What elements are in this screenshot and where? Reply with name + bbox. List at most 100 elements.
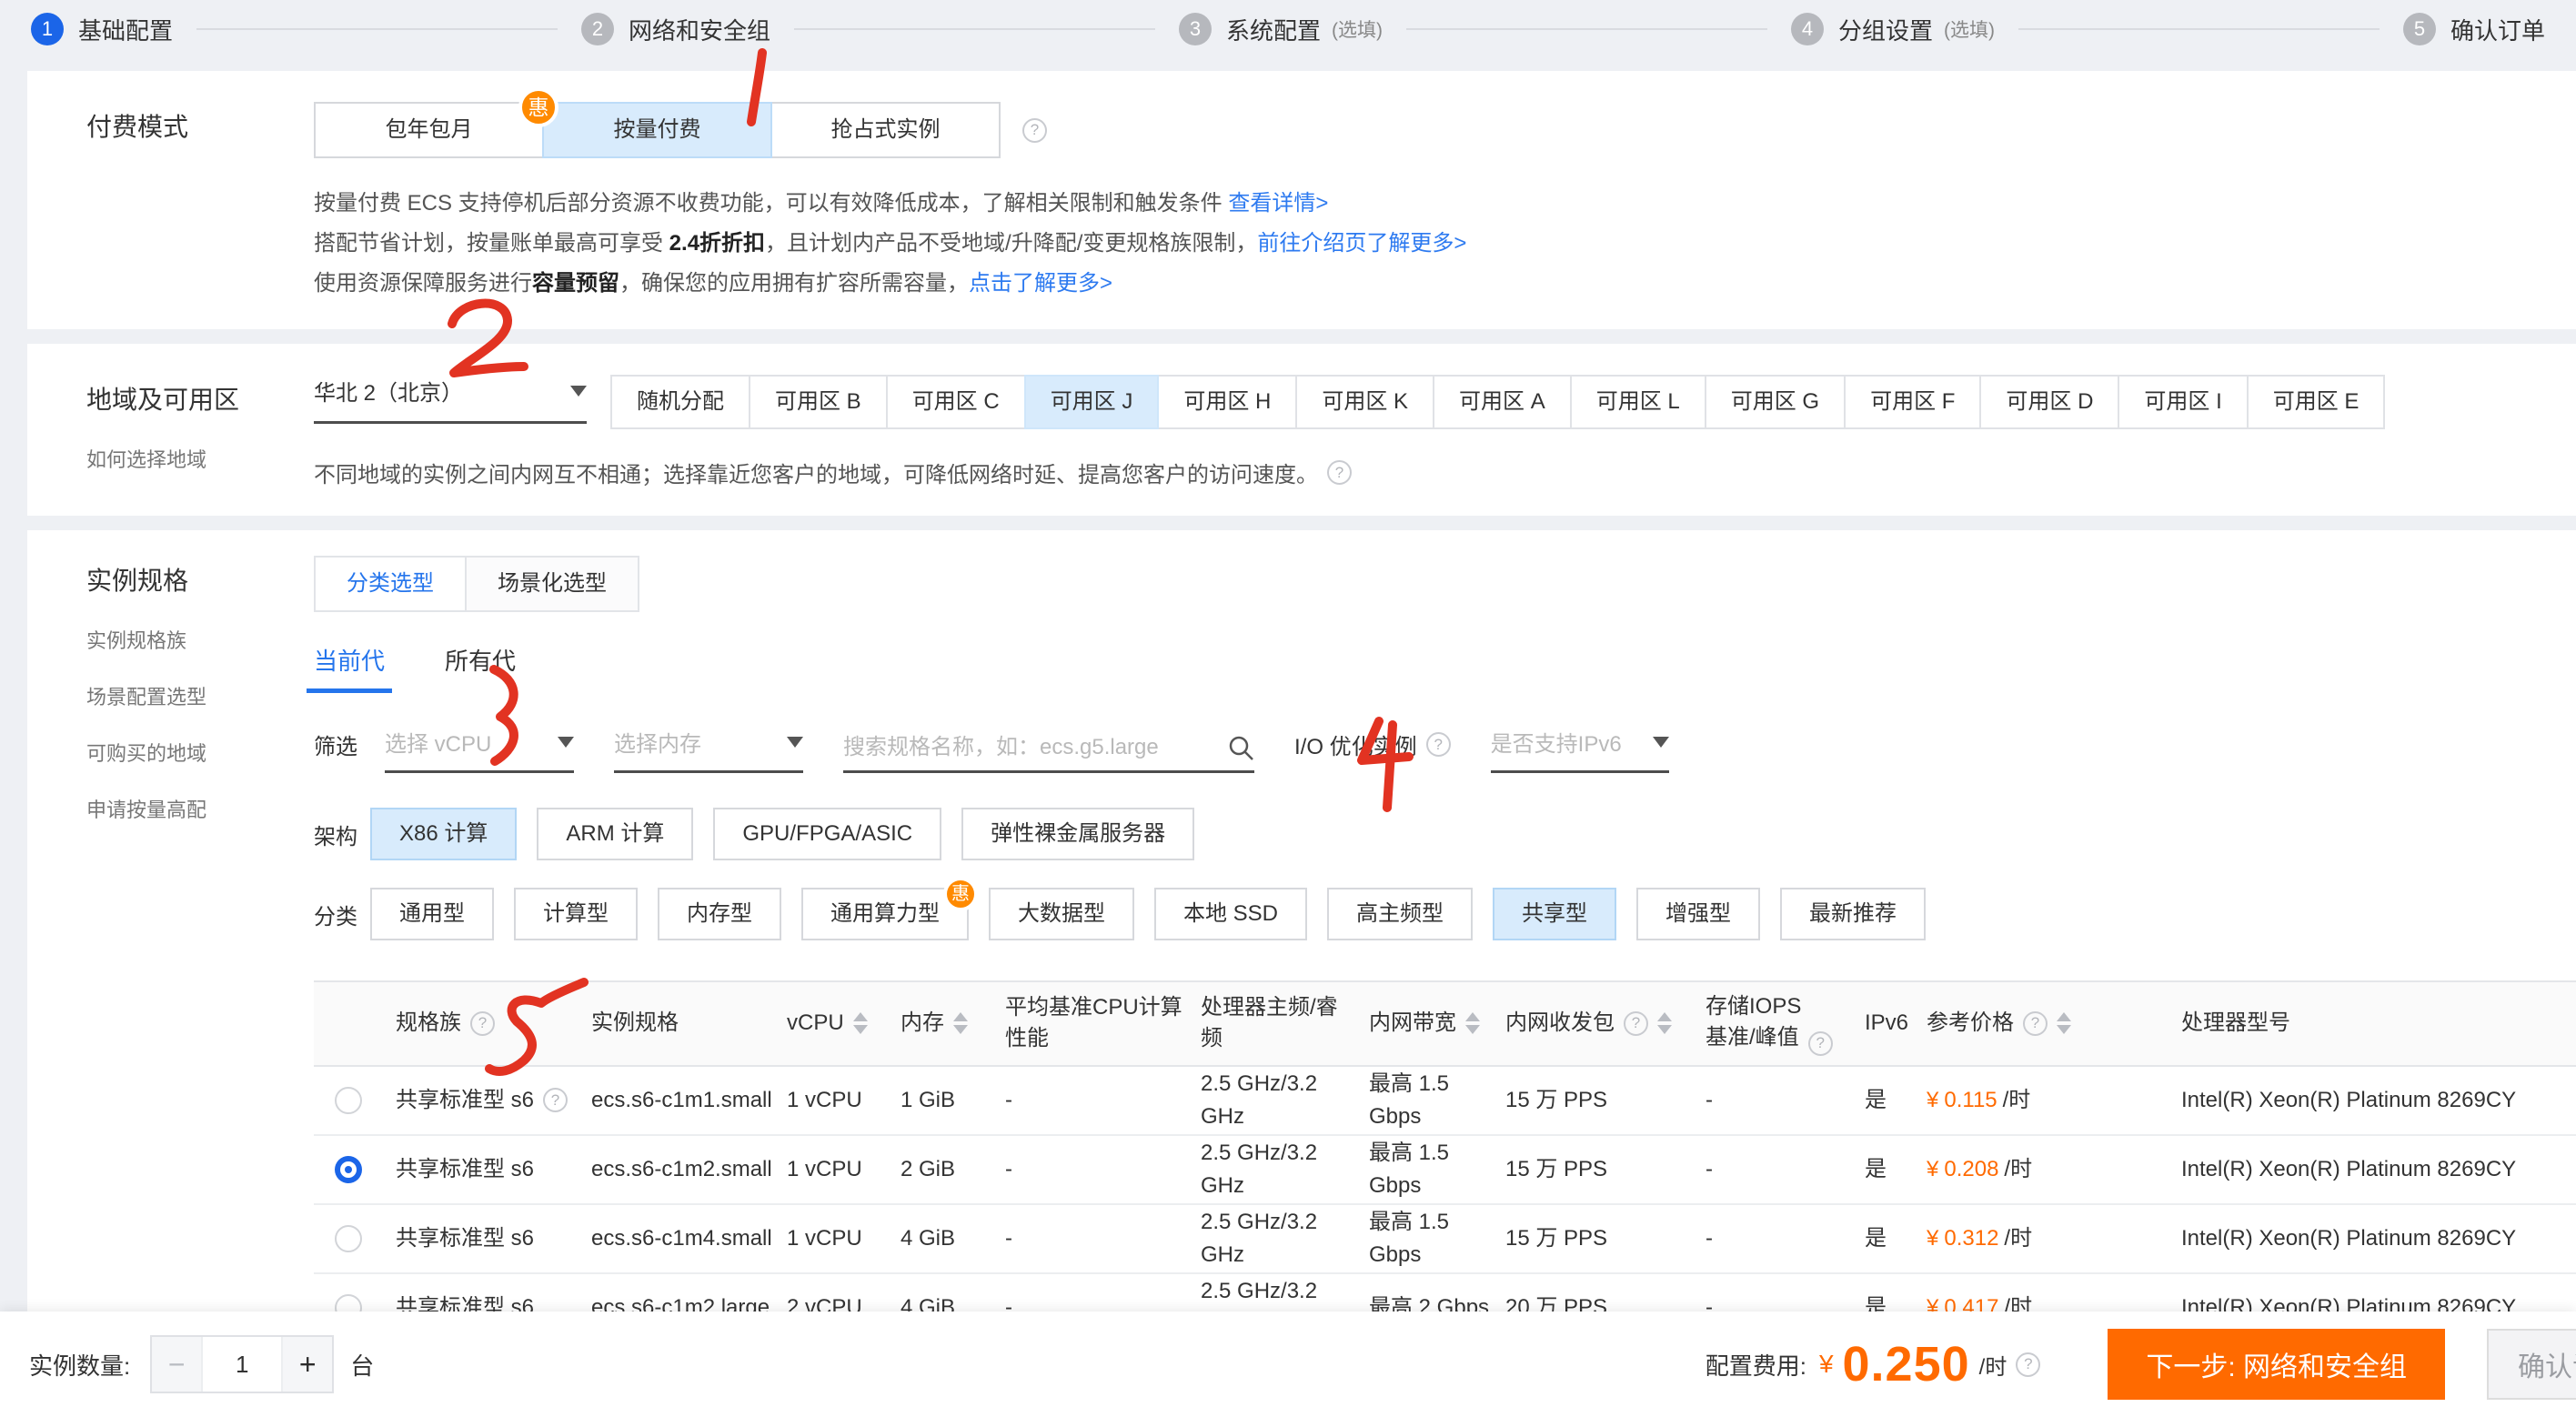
zone-b[interactable]: 可用区 B (749, 375, 888, 429)
cat-general-power[interactable]: 通用算力型 惠 (801, 888, 969, 940)
how-to-choose-region-link[interactable]: 如何选择地域 (27, 444, 314, 473)
billing-option-pay-as-you-go[interactable]: 按量付费 (542, 102, 772, 158)
step-connector (196, 28, 558, 30)
quantity-decrease-button[interactable]: − (152, 1337, 201, 1392)
col-pps: 内网收发包? (1505, 1008, 1706, 1039)
instance-quantity-label: 实例数量: (29, 1348, 130, 1382)
zone-random[interactable]: 随机分配 (610, 375, 750, 429)
link-scenario-selection[interactable]: 场景配置选型 (27, 681, 314, 710)
help-icon[interactable]: ? (2016, 1352, 2040, 1377)
zone-c[interactable]: 可用区 C (886, 375, 1026, 429)
col-cpu-frequency: 处理器主频/睿频 (1201, 992, 1369, 1054)
cat-local-ssd[interactable]: 本地 SSD (1154, 888, 1307, 940)
fee-currency: ¥ (1819, 1350, 1834, 1379)
cat-big-data[interactable]: 大数据型 (989, 888, 1134, 940)
help-icon[interactable]: ? (1022, 118, 1047, 143)
step-number-badge: 2 (581, 13, 614, 45)
tab-all-generations[interactable]: 所有代 (445, 643, 516, 693)
view-details-link[interactable]: 查看详情> (1228, 191, 1328, 216)
sort-icon[interactable] (2057, 1012, 2071, 1034)
help-icon[interactable]: ? (2023, 1011, 2048, 1036)
cat-compute[interactable]: 计算型 (514, 888, 638, 940)
quantity-value[interactable]: 1 (201, 1337, 283, 1392)
io-optimized-label: I/O 优化实例 ? (1294, 729, 1451, 773)
chevron-down-icon (1653, 737, 1669, 748)
step-system-config[interactable]: 3 系统配置 (选填) (1179, 13, 1383, 46)
capacity-reservation-link[interactable]: 点击了解更多> (969, 271, 1112, 296)
tab-category-selection[interactable]: 分类选型 (314, 556, 467, 612)
table-row-selected[interactable]: 共享标准型 s6 ecs.s6-c1m2.small 1 vCPU 2 GiB … (314, 1136, 2576, 1205)
arch-bare-metal[interactable]: 弹性裸金属服务器 (961, 808, 1194, 860)
zone-g[interactable]: 可用区 G (1705, 375, 1846, 429)
sort-icon[interactable] (1465, 1012, 1480, 1034)
billing-desc-3: 使用资源保障服务进行容量预留，确保您的应用拥有扩容所需容量，点击了解更多> (314, 264, 2576, 304)
billing-option-preemptible[interactable]: 抢占式实例 (770, 102, 1001, 158)
zone-h[interactable]: 可用区 H (1157, 375, 1297, 429)
vcpu-dropdown[interactable]: 选择 vCPU (385, 726, 574, 773)
help-icon[interactable]: ? (543, 1088, 568, 1112)
billing-option-subscription[interactable]: 包年包月 惠 (314, 102, 544, 158)
confirm-order-button[interactable]: 确认订单 (2487, 1329, 2576, 1400)
zone-l[interactable]: 可用区 L (1570, 375, 1706, 429)
table-row[interactable]: 共享标准型 s6? ecs.s6-c1m1.small 1 vCPU 1 GiB… (314, 1067, 2576, 1136)
help-icon[interactable]: ? (1327, 460, 1352, 485)
zone-e[interactable]: 可用区 E (2247, 375, 2386, 429)
sort-icon[interactable] (853, 1012, 868, 1034)
row-radio[interactable] (335, 1225, 362, 1252)
tab-current-generation[interactable]: 当前代 (314, 643, 385, 693)
region-dropdown[interactable]: 华北 2（北京） (314, 375, 587, 424)
help-icon[interactable]: ? (470, 1011, 495, 1036)
row-radio[interactable] (335, 1087, 362, 1114)
help-icon[interactable]: ? (1808, 1031, 1833, 1056)
arch-x86[interactable]: X86 计算 (370, 808, 517, 860)
generation-tabs: 当前代 所有代 (314, 643, 2576, 693)
sort-icon[interactable] (953, 1012, 968, 1034)
next-step-button[interactable]: 下一步: 网络和安全组 (2108, 1329, 2445, 1400)
price-cell: ¥0.312/时 (1927, 1222, 2181, 1255)
chevron-down-icon (558, 737, 574, 748)
step-basic-config[interactable]: 1 基础配置 (31, 13, 173, 46)
zone-k[interactable]: 可用区 K (1295, 375, 1434, 429)
link-spec-family[interactable]: 实例规格族 (27, 625, 314, 654)
cat-high-frequency[interactable]: 高主频型 (1327, 888, 1473, 940)
help-icon[interactable]: ? (1426, 732, 1451, 757)
zone-i[interactable]: 可用区 I (2118, 375, 2248, 429)
fee-amount: 0.250 (1843, 1336, 1970, 1392)
cat-latest-recommended[interactable]: 最新推荐 (1780, 888, 1926, 940)
cat-enhanced[interactable]: 增强型 (1636, 888, 1760, 940)
spec-search-input[interactable] (843, 735, 1218, 760)
zone-a[interactable]: 可用区 A (1433, 375, 1572, 429)
tab-scenario-selection[interactable]: 场景化选型 (465, 556, 639, 612)
step-grouping[interactable]: 4 分组设置 (选填) (1791, 13, 1995, 46)
row-radio-selected[interactable] (335, 1156, 362, 1183)
savings-plan-link[interactable]: 前往介绍页了解更多> (1257, 231, 1466, 256)
step-number-badge: 3 (1179, 13, 1212, 45)
memory-dropdown[interactable]: 选择内存 (614, 726, 803, 773)
cat-shared[interactable]: 共享型 (1493, 888, 1616, 940)
help-icon[interactable]: ? (1624, 1011, 1648, 1036)
step-network-security[interactable]: 2 网络和安全组 (581, 13, 770, 46)
chevron-down-icon (570, 386, 587, 397)
cat-general[interactable]: 通用型 (370, 888, 494, 940)
region-zone-section: 地域及可用区 如何选择地域 华北 2（北京） 随机分配 可用区 B 可用区 C … (27, 344, 2576, 516)
sort-icon[interactable] (1657, 1012, 1672, 1034)
arch-arm[interactable]: ARM 计算 (537, 808, 693, 860)
zone-j[interactable]: 可用区 J (1024, 375, 1160, 429)
billing-mode-section: 付费模式 包年包月 惠 按量付费 抢占式实例 ? 按量付费 ECS 支持停机后部… (27, 71, 2576, 329)
col-ipv6: IPv6 (1865, 1008, 1927, 1039)
instance-spec-section: 实例规格 实例规格族 场景配置选型 可购买的地域 申请按量高配 分类选型 场景化… (27, 530, 2576, 1417)
region-note: 不同地域的实例之间内网互不相通；选择靠近您客户的地域，可降低网络时延、提高您客户… (314, 457, 2576, 488)
chevron-down-icon (787, 737, 803, 748)
billing-mode-label: 付费模式 (27, 102, 314, 144)
zone-f[interactable]: 可用区 F (1844, 375, 1981, 429)
col-vcpu: vCPU (787, 1008, 901, 1039)
zone-d[interactable]: 可用区 D (1979, 375, 2119, 429)
arch-gpu-fpga-asic[interactable]: GPU/FPGA/ASIC (713, 808, 941, 860)
step-confirm-order[interactable]: 5 确认订单 (2403, 13, 2545, 46)
link-apply-high-quota[interactable]: 申请按量高配 (27, 794, 314, 823)
cat-memory[interactable]: 内存型 (658, 888, 781, 940)
link-purchasable-regions[interactable]: 可购买的地域 (27, 738, 314, 767)
quantity-increase-button[interactable]: + (283, 1337, 332, 1392)
table-row[interactable]: 共享标准型 s6 ecs.s6-c1m4.small 1 vCPU 4 GiB … (314, 1205, 2576, 1274)
ipv6-dropdown[interactable]: 是否支持IPv6 (1491, 726, 1669, 773)
